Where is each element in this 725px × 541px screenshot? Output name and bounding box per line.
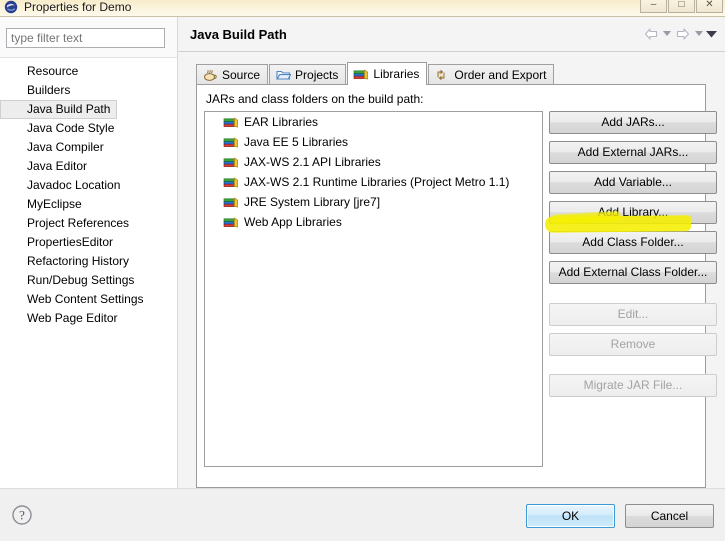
- library-books-icon: [223, 134, 239, 150]
- sidebar-item-resource[interactable]: Resource: [0, 62, 177, 81]
- dialog-footer: ? OK Cancel: [0, 488, 725, 541]
- list-item-label: Java EE 5 Libraries: [244, 135, 349, 149]
- build-path-list-label: JARs and class folders on the build path…: [206, 92, 424, 106]
- back-dropdown-caret-icon[interactable]: [661, 26, 672, 43]
- sidebar-item-java-code-style[interactable]: Java Code Style: [0, 119, 177, 138]
- window-title: Properties for Demo: [24, 0, 132, 14]
- list-item-label: JRE System Library [jre7]: [244, 195, 381, 209]
- sidebar-item-run-debug-settings[interactable]: Run/Debug Settings: [0, 271, 177, 290]
- library-books-icon: [223, 154, 239, 170]
- restore-button[interactable]: □: [668, 0, 695, 13]
- library-books-icon: [223, 214, 239, 230]
- tab-libraries[interactable]: Libraries: [347, 62, 428, 85]
- list-item[interactable]: JRE System Library [jre7]: [205, 192, 542, 212]
- svg-text:?: ?: [19, 508, 25, 523]
- sidebar-item-myeclipse[interactable]: MyEclipse: [0, 195, 177, 214]
- add-jars-button[interactable]: Add JARs...: [549, 111, 717, 134]
- list-item-label: JAX-WS 2.1 API Libraries: [244, 155, 381, 169]
- window-controls: – □ ✕: [639, 0, 723, 13]
- list-item[interactable]: Web App Libraries: [205, 212, 542, 232]
- edit-button: Edit...: [549, 303, 717, 326]
- help-question-icon[interactable]: ?: [11, 504, 33, 526]
- close-button[interactable]: ✕: [696, 0, 723, 13]
- java-source-icon: [202, 68, 218, 83]
- list-item[interactable]: JAX-WS 2.1 API Libraries: [205, 152, 542, 172]
- sidebar-item-refactoring-history[interactable]: Refactoring History: [0, 252, 177, 271]
- sidebar-item-javadoc-location[interactable]: Javadoc Location: [0, 176, 177, 195]
- library-actions: Add JARs... Add External JARs... Add Var…: [549, 111, 717, 404]
- build-path-list[interactable]: EAR Libraries Java EE 5 Libraries JAX-WS…: [204, 111, 543, 467]
- add-variable-button[interactable]: Add Variable...: [549, 171, 717, 194]
- add-library-button[interactable]: Add Library...: [549, 201, 717, 224]
- sidebar-item-web-content-settings[interactable]: Web Content Settings: [0, 290, 177, 309]
- folder-icon: [275, 68, 291, 83]
- tab-libraries-label: Libraries: [373, 67, 420, 81]
- library-books-icon: [223, 114, 239, 130]
- library-books-icon: [223, 194, 239, 210]
- filter-input[interactable]: [6, 28, 165, 48]
- list-item[interactable]: EAR Libraries: [205, 112, 542, 132]
- view-menu-caret-icon[interactable]: [706, 26, 717, 43]
- tab-order-and-export[interactable]: Order and Export: [428, 64, 555, 85]
- cancel-button[interactable]: Cancel: [625, 504, 714, 528]
- tab-projects[interactable]: Projects: [269, 64, 347, 85]
- list-item[interactable]: Java EE 5 Libraries: [205, 132, 542, 152]
- sidebar-item-java-build-path[interactable]: Java Build Path: [0, 100, 118, 119]
- forward-arrow-icon[interactable]: [674, 26, 691, 43]
- properties-dialog: Properties for Demo – □ ✕ Resource Build…: [0, 0, 725, 541]
- tab-projects-label: Projects: [295, 68, 339, 82]
- list-item[interactable]: JAX-WS 2.1 Runtime Libraries (Project Me…: [205, 172, 542, 192]
- sidebar-item-project-references[interactable]: Project References: [0, 214, 177, 233]
- sidebar-item-web-page-editor[interactable]: Web Page Editor: [0, 309, 177, 328]
- library-books-icon: [353, 67, 369, 82]
- tab-source[interactable]: Source: [196, 64, 269, 85]
- add-external-jars-button[interactable]: Add External JARs...: [549, 141, 717, 164]
- libraries-tab-panel: JARs and class folders on the build path…: [196, 84, 717, 488]
- ok-button[interactable]: OK: [526, 504, 615, 528]
- dialog-body: Resource Builders Java Build Path Java C…: [0, 17, 725, 488]
- tab-bar: Source Projects Libraries Order and Expo…: [196, 62, 555, 85]
- page-header: Java Build Path: [178, 17, 725, 52]
- remove-button: Remove: [549, 333, 717, 356]
- sidebar-item-java-compiler[interactable]: Java Compiler: [0, 138, 177, 157]
- list-item-label: EAR Libraries: [244, 115, 319, 129]
- order-export-icon: [434, 68, 450, 83]
- forward-dropdown-caret-icon[interactable]: [693, 26, 704, 43]
- list-item-label: Web App Libraries: [244, 215, 342, 229]
- add-class-folder-button[interactable]: Add Class Folder...: [549, 231, 717, 254]
- sidebar-item-java-editor[interactable]: Java Editor: [0, 157, 177, 176]
- title-bar: Properties for Demo – □ ✕: [0, 0, 725, 17]
- footer-buttons: OK Cancel: [526, 504, 714, 528]
- settings-page: Java Build Path Source Projects Librarie…: [178, 17, 725, 488]
- list-item-label: JAX-WS 2.1 Runtime Libraries (Project Me…: [244, 175, 510, 189]
- minimize-button[interactable]: –: [640, 0, 667, 13]
- sidebar-row-java-build-path: Java Build Path: [0, 100, 177, 119]
- tab-order-and-export-label: Order and Export: [454, 68, 547, 82]
- page-nav-toolbar: [642, 26, 717, 43]
- sidebar-item-properties-editor[interactable]: PropertiesEditor: [0, 233, 177, 252]
- tab-source-label: Source: [222, 68, 261, 82]
- migrate-jar-file-button: Migrate JAR File...: [549, 374, 717, 397]
- add-external-class-folder-button[interactable]: Add External Class Folder...: [549, 261, 717, 284]
- back-arrow-icon[interactable]: [642, 26, 659, 43]
- settings-tree[interactable]: Resource Builders Java Build Path Java C…: [0, 57, 177, 488]
- page-title: Java Build Path: [190, 26, 287, 42]
- library-books-icon: [223, 174, 239, 190]
- sidebar-item-builders[interactable]: Builders: [0, 81, 177, 100]
- settings-sidebar: Resource Builders Java Build Path Java C…: [0, 17, 178, 488]
- eclipse-properties-icon: [3, 0, 19, 14]
